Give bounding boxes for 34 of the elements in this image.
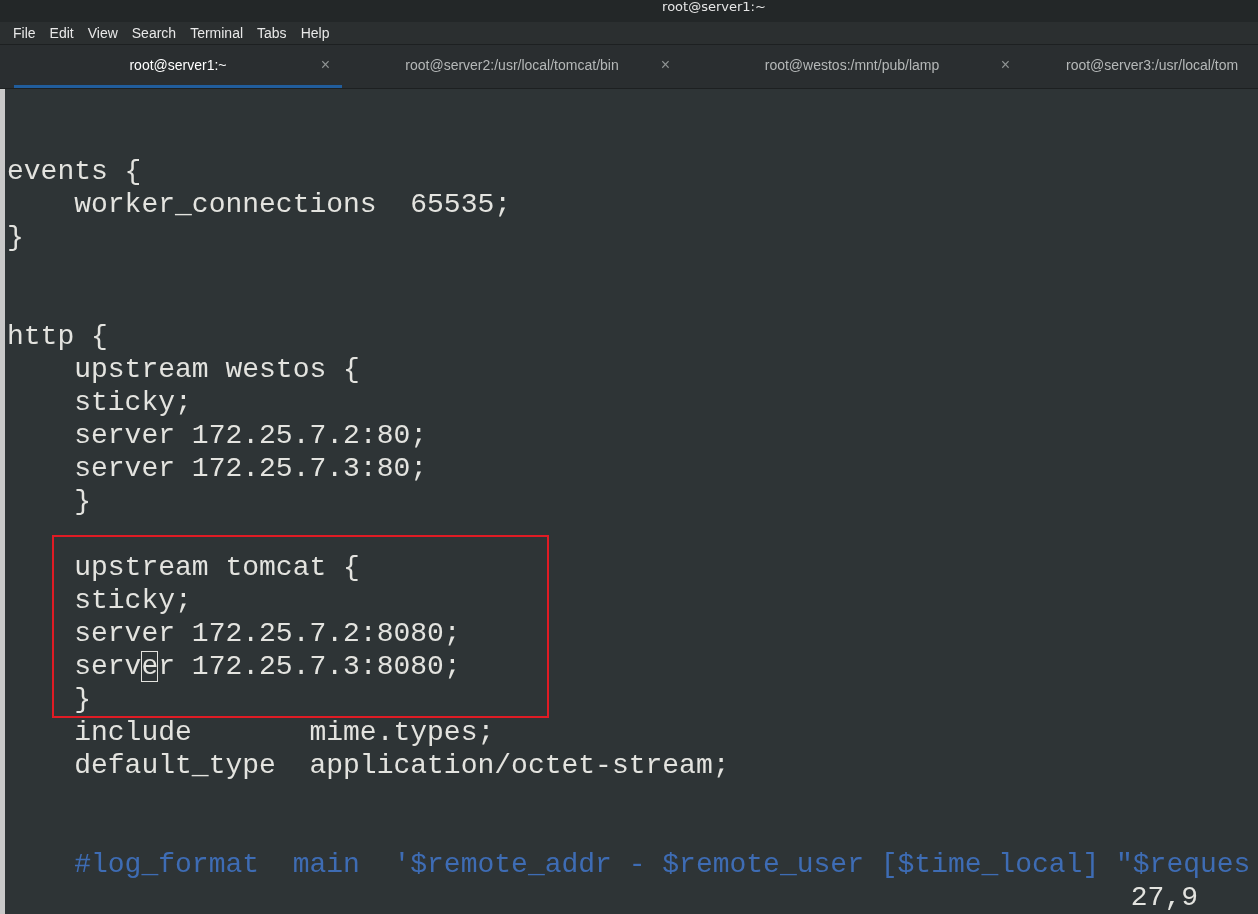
- text-cursor: e: [141, 651, 159, 682]
- close-icon[interactable]: ×: [320, 56, 330, 74]
- terminal-tab[interactable]: root@server3:/usr/local/tom: [1022, 45, 1258, 88]
- terminal-tab[interactable]: root@westos:/mnt/pub/lamp ×: [682, 45, 1022, 88]
- cursor-position: 27,9: [1130, 881, 1198, 914]
- close-icon[interactable]: ×: [1000, 56, 1010, 74]
- code-line: http {: [7, 321, 108, 352]
- menu-item[interactable]: File: [6, 25, 43, 41]
- menu-item[interactable]: Edit: [42, 25, 81, 41]
- code-line: }: [7, 222, 24, 253]
- code-line: default_type application/octet-stream;: [73, 750, 730, 781]
- menu-item[interactable]: Tabs: [250, 25, 294, 41]
- code-line: server 172.25.7.2:80;: [73, 420, 428, 451]
- comment-line: #log_format main '$remote_addr - $remote_user [$time_local] "$reques: [73, 849, 1251, 880]
- code-line: server 172.25.7.3:80;: [73, 453, 428, 484]
- menu-item[interactable]: Search: [124, 25, 184, 41]
- terminal-tab[interactable]: root@server1:~ ×: [14, 45, 342, 88]
- menu-item[interactable]: View: [80, 25, 125, 41]
- code-line: worker_connections 65535;: [73, 189, 512, 220]
- close-icon[interactable]: ×: [660, 56, 670, 74]
- code-line: include mime.types;: [73, 717, 495, 748]
- code-line: sticky;: [73, 585, 192, 616]
- window-title: root@server1:~: [662, 0, 766, 14]
- menu-item[interactable]: Terminal: [183, 25, 251, 41]
- code-line: server 172.25.7.2:8080;: [73, 618, 461, 649]
- code-line: }: [73, 486, 91, 517]
- code-line: upstream westos {: [73, 354, 360, 385]
- code-line: upstream tomcat {: [73, 552, 360, 583]
- code-line: events {: [7, 156, 142, 187]
- menu-item[interactable]: Help: [293, 25, 337, 41]
- code-line: server 172.25.7.3:8080;: [73, 651, 461, 682]
- code-line: }: [73, 684, 91, 715]
- code-line: sticky;: [73, 387, 192, 418]
- terminal-tab[interactable]: root@server2:/usr/local/tomcat/bin ×: [342, 45, 682, 88]
